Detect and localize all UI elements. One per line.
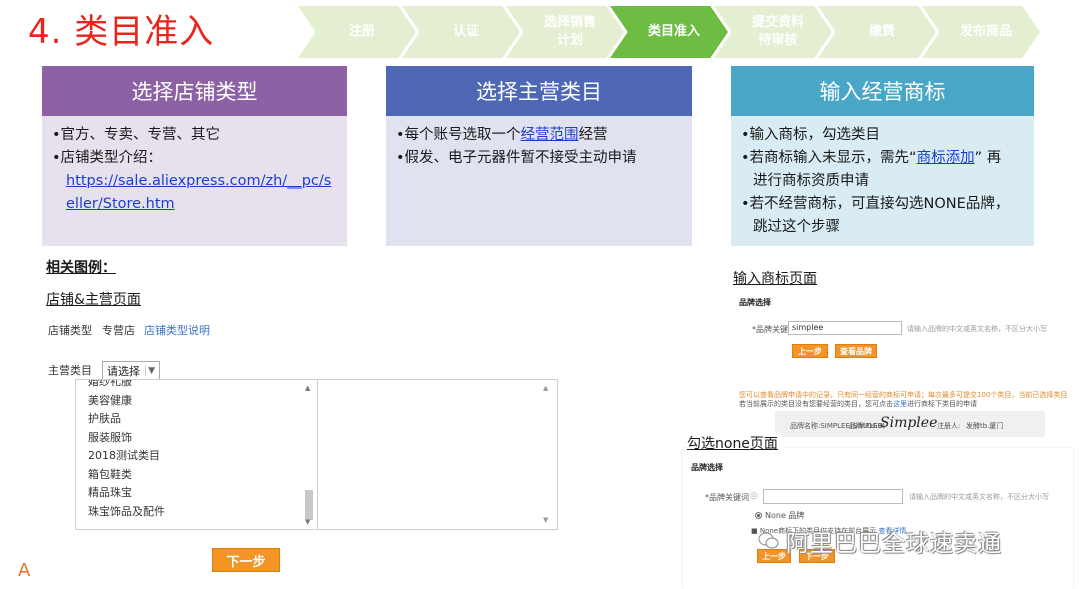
step-progress: 注册 认证 选择销售 计划 类目准入 提交资料 待审核 缴费 发布商品 <box>298 6 1080 58</box>
shop-type-info-link[interactable]: 店铺类型说明 <box>144 322 210 338</box>
brand-keyword-input[interactable] <box>763 489 903 504</box>
step-label: 认证 <box>452 24 479 39</box>
prev-step-button[interactable]: 上一步 <box>792 344 828 358</box>
step-3: 选择销售 计划 <box>506 6 624 58</box>
brand-select-title: 品牌选择 <box>739 298 771 307</box>
business-scope-link[interactable]: 经营范围 <box>521 127 579 143</box>
page-title: 4. 类目准入 <box>28 12 215 52</box>
step-6: 缴费 <box>818 6 936 58</box>
bullet-text: •若不经营商标，可直接勾选NONE品牌， <box>741 196 1010 212</box>
list-scrollbar[interactable]: ▲ ▼ <box>543 384 551 524</box>
step-label: 注册 <box>348 24 375 39</box>
step-7: 发布商品 <box>922 6 1040 58</box>
card-heading: 选择店铺类型 <box>42 66 347 116</box>
list-item[interactable]: 护肤品 <box>76 410 317 429</box>
list-item[interactable]: 服装服饰 <box>76 429 317 448</box>
brand-keyword-input[interactable]: simplee <box>788 321 902 335</box>
list-item[interactable]: 珠宝饰品及配件 <box>76 503 317 522</box>
card-body: •每个账号选取一个经营范围经营 •假发、电子元器件暂不接受主动申请 <box>386 116 692 246</box>
step-5: 提交资料 待审核 <box>714 6 832 58</box>
registrant-value: 发酵tb.厦门 <box>966 422 1004 430</box>
bullet-text: •输入商标，勾选类目 <box>741 127 881 143</box>
left-edge-letter: A <box>18 560 31 581</box>
shop-type-value: 专营店 <box>102 324 135 337</box>
step-2: 认证 <box>402 6 520 58</box>
examples-heading: 相关图例： <box>46 260 116 276</box>
step-label: 选择销售 计划 <box>543 15 596 48</box>
subcategory-list[interactable]: ▲ ▼ <box>318 379 558 530</box>
scroll-down-icon[interactable]: ▼ <box>543 516 548 524</box>
select-value: 请选择 <box>107 365 140 378</box>
next-step-button[interactable]: 下一步 <box>212 548 280 572</box>
shop-type-label: 店铺类型 <box>48 324 92 337</box>
bullet-text: 进行商标资质申请 <box>753 173 869 189</box>
brand-keyword-label: *品牌关键词 <box>705 493 749 502</box>
card-trademark: 输入经营商标 •输入商标，勾选类目 •若商标输入未显示，需先“商标添加” 再 进… <box>731 66 1034 246</box>
scroll-up-icon[interactable]: ▲ <box>543 384 548 392</box>
category-select[interactable]: 请选择 ▼ <box>102 361 160 381</box>
main-category-label: 主营类目 <box>48 364 92 377</box>
list-item[interactable]: 2018测试类目 <box>76 447 317 466</box>
store-type-link[interactable]: https://sale.aliexpress.com/zh/__pc/sell… <box>66 173 331 212</box>
step-label: 提交资料 待审核 <box>751 15 804 48</box>
brand-hint: 请输入品牌的中文或英文名称，不区分大小写 <box>907 325 1047 333</box>
bullet-text: •店铺类型介绍： <box>52 150 163 166</box>
view-brand-button[interactable]: 查看品牌 <box>835 344 877 358</box>
bullet-text: •官方、专卖、专营、其它 <box>52 127 221 143</box>
trademark-page-caption: 输入商标页面 <box>733 271 817 287</box>
card-main-category: 选择主营类目 •每个账号选取一个经营范围经营 •假发、电子元器件暂不接受主动申请 <box>386 66 692 246</box>
registrant-label: 注册人: <box>937 422 961 430</box>
scroll-up-icon[interactable]: ▲ <box>305 384 310 392</box>
list-item[interactable]: 美容健康 <box>76 392 317 411</box>
wechat-icon <box>758 532 779 549</box>
brand-hint: 请输入品牌的中文或英文名称，不区分大小写 <box>909 493 1049 501</box>
list-item[interactable]: 箱包鞋类 <box>76 466 317 485</box>
help-icon[interactable]: ◎ <box>750 491 758 501</box>
notice-text-2: 若当前展示的类目没有您要经营的类目，您可点击这里进行商标下类目的申请 <box>739 400 977 408</box>
brand-logo: Simplee <box>880 415 938 431</box>
add-trademark-link[interactable]: 商标添加 <box>917 150 975 166</box>
list-item[interactable]: 精品珠宝 <box>76 484 317 503</box>
scroll-down-icon[interactable]: ▼ <box>305 518 310 526</box>
category-list[interactable]: 婚纱礼服 美容健康 护肤品 服装服饰 2018测试类目 箱包鞋类 精品珠宝 珠宝饰品及配件 ▲… <box>75 379 318 530</box>
card-heading: 选择主营类目 <box>386 66 692 116</box>
none-page-caption: 勾选none页面 <box>687 433 782 453</box>
apply-here-link[interactable]: 这里 <box>893 400 907 408</box>
card-body: •官方、专卖、专营、其它 •店铺类型介绍： https://sale.aliex… <box>42 116 347 246</box>
list-item[interactable]: 婚纱礼服 <box>76 380 317 392</box>
bullet-text: ” 再 <box>974 150 1002 166</box>
shop-category-caption: 店铺&主营页面 <box>46 292 141 308</box>
bullet-text: 跳过这个步骤 <box>753 219 840 235</box>
brand-select-title: 品牌选择 <box>691 463 723 472</box>
step-label: 类目准入 <box>647 24 700 39</box>
card-heading: 输入经营商标 <box>731 66 1034 116</box>
step-label: 发布商品 <box>959 24 1012 39</box>
card-body: •输入商标，勾选类目 •若商标输入未显示，需先“商标添加” 再 进行商标资质申请… <box>731 116 1034 246</box>
scroll-thumb[interactable] <box>305 490 313 520</box>
chevron-down-icon: ▼ <box>145 366 155 376</box>
bullet-text: •每个账号选取一个 <box>396 127 521 143</box>
list-scrollbar[interactable]: ▲ ▼ <box>305 384 313 526</box>
none-brand-option[interactable]: None 品牌 <box>755 510 804 521</box>
step-label: 缴费 <box>868 24 895 39</box>
card-shop-type: 选择店铺类型 •官方、专卖、专营、其它 •店铺类型介绍： https://sal… <box>42 66 347 246</box>
bullet-text: 经营 <box>578 127 608 143</box>
bullet-text: •假发、电子元器件暂不接受主动申请 <box>396 150 637 166</box>
step-4: 类目准入 <box>610 6 728 58</box>
watermark: 阿里巴巴全球速卖通 <box>786 531 1002 557</box>
radio-selected-icon[interactable] <box>755 512 762 519</box>
step-1: 注册 <box>298 6 416 58</box>
bullet-text: •若商标输入未显示，需先“ <box>741 150 917 166</box>
none-brand-panel: 品牌选择 *品牌关键词 ◎ 请输入品牌的中文或英文名称，不区分大小写 None … <box>683 448 1073 589</box>
